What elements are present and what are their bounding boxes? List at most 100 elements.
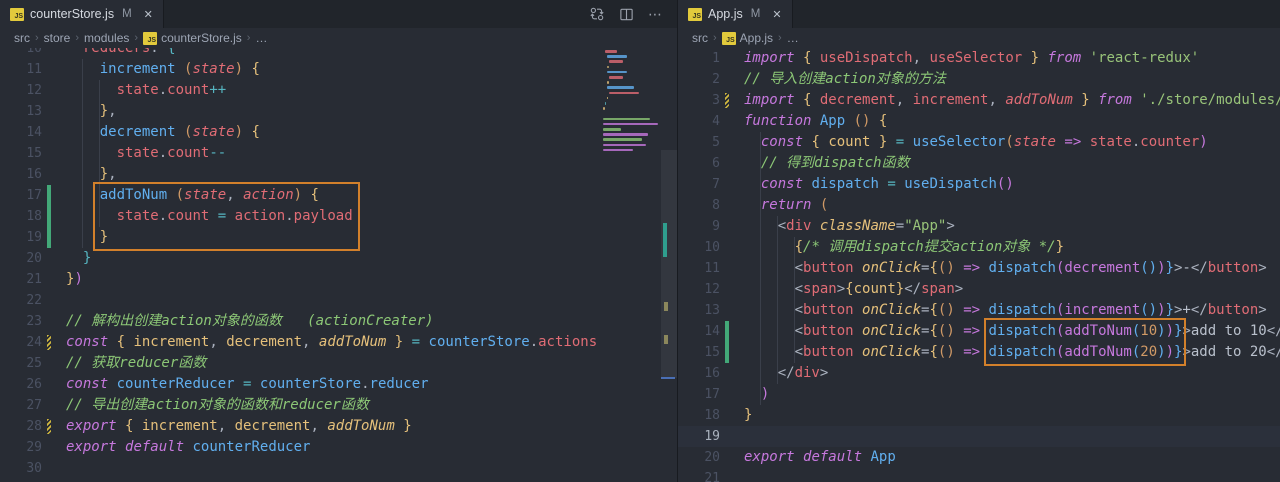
code-line[interactable]: 26const counterReducer = counterStore.re…: [0, 374, 677, 395]
line-number[interactable]: 28: [0, 416, 42, 437]
line-number[interactable]: 18: [0, 206, 42, 227]
code-line[interactable]: 13 <button onClick={() => dispatch(incre…: [678, 300, 1280, 321]
line-number[interactable]: 10: [678, 237, 720, 258]
line-number[interactable]: 5: [678, 132, 720, 153]
code-line[interactable]: 10 reducers: {: [0, 48, 677, 59]
line-number[interactable]: 16: [0, 164, 42, 185]
breadcrumb-item[interactable]: src: [14, 31, 30, 45]
minimap-line: [603, 138, 642, 141]
breadcrumb-item[interactable]: modules: [84, 31, 129, 45]
line-number[interactable]: 11: [0, 59, 42, 80]
code-line[interactable]: 11 increment (state) {: [0, 59, 677, 80]
breadcrumb-item[interactable]: JSApp.js: [722, 31, 773, 45]
line-number[interactable]: 4: [678, 111, 720, 132]
code-line[interactable]: 6 // 得到dispatch函数: [678, 153, 1280, 174]
breadcrumb-item[interactable]: …: [787, 31, 799, 45]
line-number[interactable]: 2: [678, 69, 720, 90]
code-line[interactable]: 10 {/* 调用dispatch提交action对象 */}: [678, 237, 1280, 258]
code-line[interactable]: 15 <button onClick={() => dispatch(addTo…: [678, 342, 1280, 363]
code-line[interactable]: 18}: [678, 405, 1280, 426]
line-number[interactable]: 20: [0, 248, 42, 269]
line-number[interactable]: 19: [0, 227, 42, 248]
breadcrumb-item[interactable]: store: [44, 31, 71, 45]
line-number[interactable]: 13: [0, 101, 42, 122]
tab-appjs[interactable]: JS App.js M ✕: [678, 0, 793, 28]
code-line[interactable]: 20 }: [0, 248, 677, 269]
code-line[interactable]: 1import { useDispatch, useSelector } fro…: [678, 48, 1280, 69]
code-line[interactable]: 21: [678, 468, 1280, 482]
code-line[interactable]: 7 const dispatch = useDispatch(): [678, 174, 1280, 195]
code-line[interactable]: 4function App () {: [678, 111, 1280, 132]
line-number[interactable]: 3: [678, 90, 720, 111]
line-number[interactable]: 7: [678, 174, 720, 195]
line-number[interactable]: 25: [0, 353, 42, 374]
line-number[interactable]: 12: [678, 279, 720, 300]
breadcrumb-item[interactable]: JScounterStore.js: [143, 31, 242, 45]
line-number[interactable]: 17: [0, 185, 42, 206]
code-line[interactable]: 13 },: [0, 101, 677, 122]
line-number[interactable]: 27: [0, 395, 42, 416]
minimap[interactable]: [601, 48, 661, 482]
more-actions-icon[interactable]: ⋯: [648, 7, 663, 21]
line-number[interactable]: 1: [678, 48, 720, 69]
line-number[interactable]: 13: [678, 300, 720, 321]
code-line[interactable]: 16 </div>: [678, 363, 1280, 384]
code-line[interactable]: 11 <button onClick={() => dispatch(decre…: [678, 258, 1280, 279]
code-line[interactable]: 15 state.count--: [0, 143, 677, 164]
line-number[interactable]: 21: [0, 269, 42, 290]
line-number[interactable]: 17: [678, 384, 720, 405]
code-line[interactable]: 14 decrement (state) {: [0, 122, 677, 143]
code-line[interactable]: 24const { increment, decrement, addToNum…: [0, 332, 677, 353]
line-number[interactable]: 29: [0, 437, 42, 458]
breadcrumb-item[interactable]: …: [255, 31, 267, 45]
line-number[interactable]: 19: [678, 426, 720, 447]
line-number[interactable]: 23: [0, 311, 42, 332]
line-number[interactable]: 10: [0, 48, 42, 59]
line-number[interactable]: 9: [678, 216, 720, 237]
code-line[interactable]: 23// 解构出创建action对象的函数 (actionCreater): [0, 311, 677, 332]
line-number[interactable]: 22: [0, 290, 42, 311]
code-line[interactable]: 19: [678, 426, 1280, 447]
line-number[interactable]: 15: [0, 143, 42, 164]
close-icon[interactable]: ✕: [772, 8, 781, 21]
split-editor-icon[interactable]: [619, 7, 634, 22]
line-number[interactable]: 21: [678, 468, 720, 482]
line-number[interactable]: 16: [678, 363, 720, 384]
code-line[interactable]: 2// 导入创建action对象的方法: [678, 69, 1280, 90]
code-line[interactable]: 5 const { count } = useSelector(state =>…: [678, 132, 1280, 153]
code-line[interactable]: 12 state.count++: [0, 80, 677, 101]
code-line[interactable]: 30: [0, 458, 677, 479]
code-editor-left[interactable]: 10 reducers: {11 increment (state) {12 s…: [0, 48, 677, 482]
line-number[interactable]: 24: [0, 332, 42, 353]
code-line[interactable]: 8 return (: [678, 195, 1280, 216]
code-line[interactable]: 29export default counterReducer: [0, 437, 677, 458]
code-line[interactable]: 14 <button onClick={() => dispatch(addTo…: [678, 321, 1280, 342]
line-number[interactable]: 20: [678, 447, 720, 468]
code-line[interactable]: 25// 获取reducer函数: [0, 353, 677, 374]
code-line[interactable]: 22: [0, 290, 677, 311]
tab-counterstore[interactable]: JS counterStore.js M ✕: [0, 0, 164, 28]
line-number[interactable]: 15: [678, 342, 720, 363]
line-number[interactable]: 11: [678, 258, 720, 279]
line-number[interactable]: 6: [678, 153, 720, 174]
close-icon[interactable]: ✕: [144, 8, 153, 21]
code-line[interactable]: 9 <div className="App">: [678, 216, 1280, 237]
code-line[interactable]: 12 <span>{count}</span>: [678, 279, 1280, 300]
line-number[interactable]: 14: [678, 321, 720, 342]
code-line[interactable]: 17 ): [678, 384, 1280, 405]
line-number[interactable]: 12: [0, 80, 42, 101]
open-changes-icon[interactable]: [589, 6, 605, 22]
code-line[interactable]: 28export { increment, decrement, addToNu…: [0, 416, 677, 437]
line-number[interactable]: 8: [678, 195, 720, 216]
code-editor-right[interactable]: 1import { useDispatch, useSelector } fro…: [678, 48, 1280, 482]
line-number[interactable]: 14: [0, 122, 42, 143]
line-number[interactable]: 26: [0, 374, 42, 395]
line-number[interactable]: 18: [678, 405, 720, 426]
breadcrumb-item[interactable]: src: [692, 31, 708, 45]
scrollbar[interactable]: [661, 48, 677, 482]
code-line[interactable]: 21}): [0, 269, 677, 290]
line-number[interactable]: 30: [0, 458, 42, 479]
code-line[interactable]: 27// 导出创建action对象的函数和reducer函数: [0, 395, 677, 416]
code-line[interactable]: 3import { decrement, increment, addToNum…: [678, 90, 1280, 111]
code-line[interactable]: 20export default App: [678, 447, 1280, 468]
